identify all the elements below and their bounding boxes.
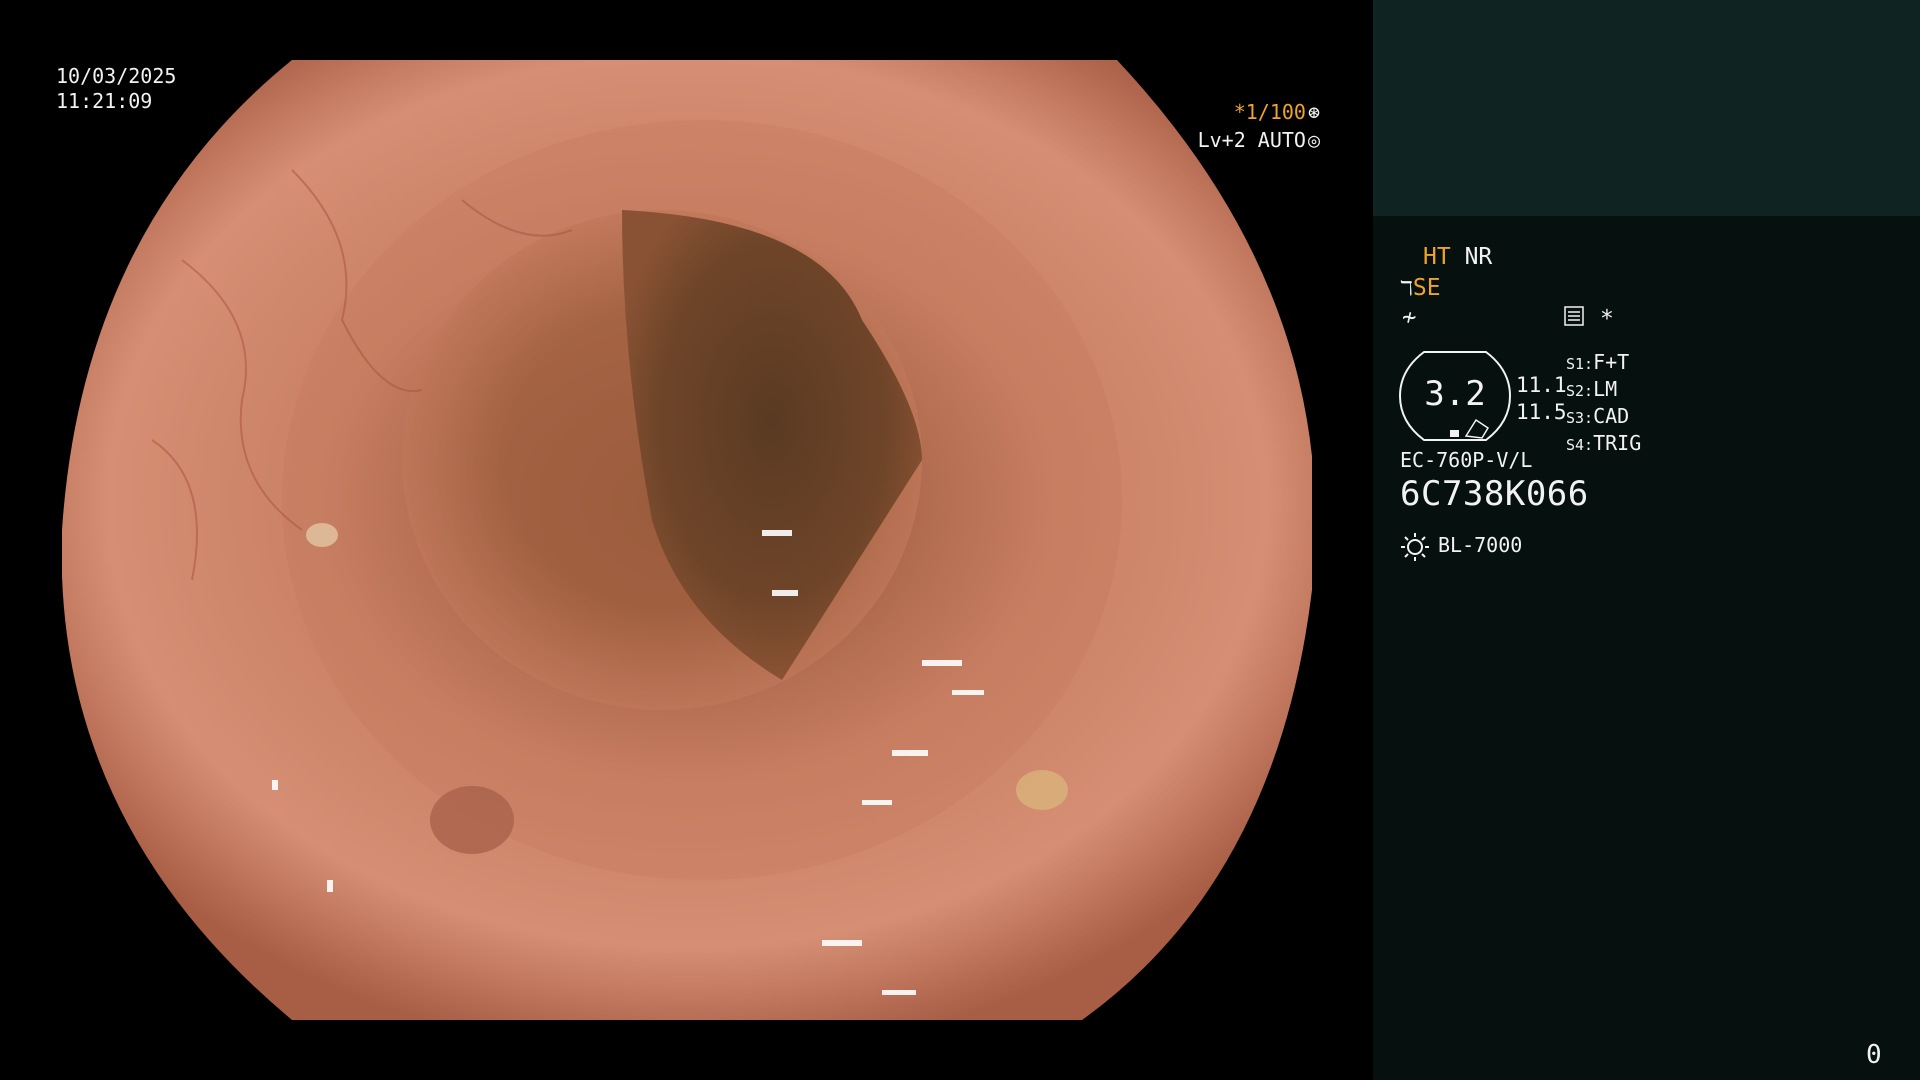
readout-values: 11.1 11.5 bbox=[1516, 372, 1567, 426]
info-panel-header bbox=[1373, 0, 1920, 216]
gauge-value: 3.2 bbox=[1424, 374, 1486, 414]
mode-row-ht: HT NR bbox=[1423, 244, 1492, 270]
switch-list: S1:F+T S2:LM S3:CAD S4:TRIG bbox=[1566, 350, 1641, 458]
readout-2: 11.5 bbox=[1516, 400, 1567, 424]
scope-model: EC-760P-V/L bbox=[1400, 448, 1533, 472]
light-source-label: BL-7000 bbox=[1438, 533, 1523, 557]
enhancement-icon: ≁ bbox=[1402, 303, 1417, 331]
shutter-speed-text: *1/100 bbox=[1233, 100, 1306, 124]
se-mode-text: SE bbox=[1412, 275, 1441, 301]
endoscopic-image bbox=[62, 60, 1312, 1020]
datetime-readout: 10/03/2025 11:21:09 bbox=[56, 64, 176, 114]
asterisk-indicator: * bbox=[1600, 306, 1614, 332]
switch-item: S3:CAD bbox=[1566, 404, 1630, 428]
endoscope-viewport bbox=[0, 0, 1373, 1080]
readout-1: 11.1 bbox=[1516, 373, 1567, 397]
switch-item: S2:LM bbox=[1566, 377, 1618, 401]
level-text: Lv+2 AUTO bbox=[1197, 128, 1306, 152]
ht-mode-text: HT bbox=[1423, 244, 1451, 270]
structure-enhance-icon: ℸ bbox=[1400, 276, 1413, 300]
light-source-icon bbox=[1400, 532, 1430, 562]
nr-mode-text: NR bbox=[1464, 244, 1493, 270]
settings-list-icon bbox=[1564, 306, 1584, 326]
frame-counter: 0 bbox=[1866, 1040, 1882, 1070]
switch-item: S1:F+T bbox=[1566, 350, 1630, 374]
date-text: 10/03/2025 bbox=[56, 64, 177, 88]
switch-item: S4:TRIG bbox=[1566, 431, 1642, 455]
time-text: 11:21:09 bbox=[56, 89, 153, 113]
scope-serial: 6C738K066 bbox=[1400, 474, 1589, 514]
aperture-icon: ⊛ bbox=[1307, 100, 1320, 124]
auto-exposure-icon: ◎ bbox=[1307, 128, 1320, 152]
shutter-readout: *1/100 ⊛ Lv+2 AUTO ◎ bbox=[1150, 98, 1320, 154]
mode-row-se: ℸSE bbox=[1400, 275, 1441, 301]
